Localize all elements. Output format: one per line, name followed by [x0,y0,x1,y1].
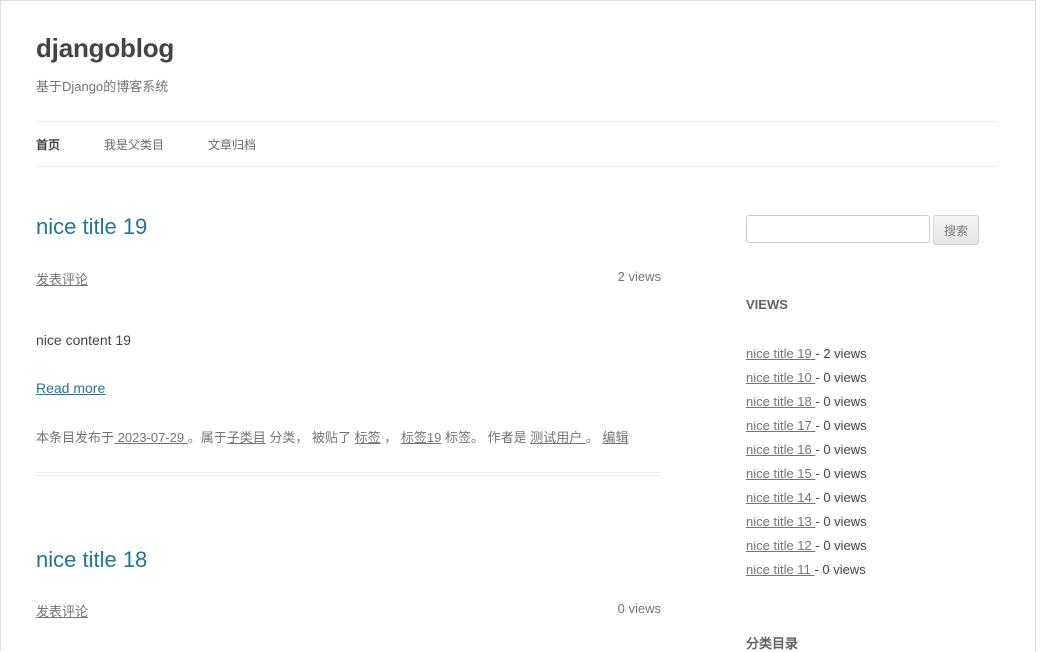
meta-author-link[interactable]: 测试用户 [530,430,586,445]
views-item-link[interactable]: nice title 18 [746,394,815,409]
views-item-count: - 2 views [815,346,867,361]
list-item: nice title 19 - 2 views [746,345,867,369]
views-item-link[interactable]: nice title 10 [746,370,815,385]
views-item-count: - 0 views [815,466,867,481]
meta-prefix: 本条目发布于 [36,430,115,445]
views-item-link[interactable]: nice title 13 [746,514,815,529]
list-item: nice title 12 - 0 views [746,537,867,561]
meta-category-suffix: 分类， 被贴了 [265,430,355,445]
search-button[interactable]: 搜索 [933,215,979,245]
views-item-count: - 0 views [815,418,867,433]
views-item-link[interactable]: nice title 14 [746,490,815,505]
views-item-count: - 0 views [815,370,867,385]
views-list: nice title 19 - 2 views nice title 10 - … [746,345,867,585]
meta-edit-link[interactable]: 编辑 [602,430,628,445]
meta-tag-link[interactable]: 标签 [355,430,381,445]
category-widget-title: 分类目录 [746,636,799,651]
meta-tag-link[interactable]: 标签19 [401,430,441,445]
views-item-count: - 0 views [815,538,867,553]
meta-date-link[interactable]: 2023-07-29 [114,430,188,445]
site-description: 基于Django的博客系统 [36,79,169,94]
list-item: nice title 11 - 0 views [746,561,867,585]
post-views-count: 2 views [617,269,661,284]
views-item-count: - 0 views [815,490,867,505]
list-item: nice title 17 - 0 views [746,417,867,441]
nav-item-home[interactable]: 首页 [36,136,60,153]
meta-author-suffix: 。 [585,430,603,445]
scrollbar-edge [1036,0,1040,651]
views-item-link[interactable]: nice title 11 [746,562,814,577]
nav-item-archive[interactable]: 文章归档 [208,136,256,153]
views-item-count: - 0 views [815,442,867,457]
views-item-link[interactable]: nice title 16 [746,442,815,457]
read-more-link[interactable]: Read more [36,380,105,396]
post-title[interactable]: nice title 18 [36,547,147,573]
page-border [0,0,1036,651]
views-widget-title: VIEWS [746,297,788,312]
views-item-link[interactable]: nice title 19 [746,346,815,361]
views-item-count: - 0 views [814,562,866,577]
list-item: nice title 16 - 0 views [746,441,867,465]
views-item-count: - 0 views [815,514,867,529]
post-content: nice content 19 [36,332,131,348]
list-item: nice title 15 - 0 views [746,465,867,489]
main-navigation: 首页 我是父类目 文章归档 [36,121,997,167]
list-item: nice title 13 - 0 views [746,513,867,537]
entry-meta: 本条目发布于 2023-07-29 。属于子类目 分类， 被贴了 标签 ， 标签… [36,427,628,446]
views-item-link[interactable]: nice title 15 [746,466,815,481]
search-input[interactable] [746,215,930,243]
post-comment-link[interactable]: 发表评论 [36,601,88,620]
post-views-count: 0 views [617,601,661,616]
views-item-link[interactable]: nice title 17 [746,418,815,433]
meta-category-link[interactable]: 子类目 [227,430,266,445]
list-item: nice title 14 - 0 views [746,489,867,513]
views-item-link[interactable]: nice title 12 [746,538,815,553]
list-item: nice title 10 - 0 views [746,369,867,393]
nav-item-parent-category[interactable]: 我是父类目 [104,136,164,153]
post-comment-link[interactable]: 发表评论 [36,269,88,288]
views-item-count: - 0 views [815,394,867,409]
meta-tag-suffix: 标签。 作者是 [441,430,531,445]
post-separator [36,472,661,476]
meta-belongs: 。属于 [187,430,227,445]
site-title[interactable]: djangoblog [36,33,174,64]
post-title[interactable]: nice title 19 [36,214,147,240]
meta-tag-separator: ， [380,430,401,445]
list-item: nice title 18 - 0 views [746,393,867,417]
